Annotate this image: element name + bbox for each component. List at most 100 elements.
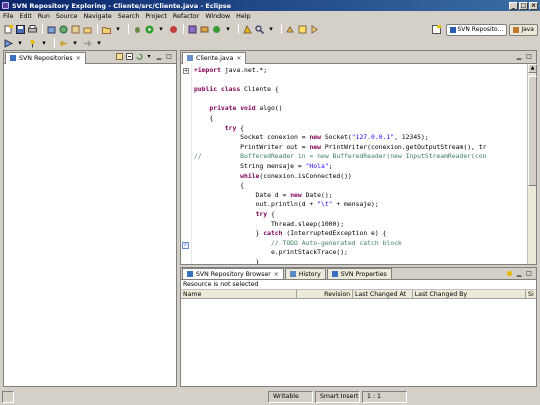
tab-svn-repositories[interactable]: SVN Repositories × xyxy=(5,51,86,64)
close-icon[interactable]: × xyxy=(236,55,241,62)
open-folder-icon[interactable] xyxy=(101,24,111,34)
tab-cliente-java[interactable]: Cliente.java × xyxy=(182,51,247,64)
share-project-icon[interactable] xyxy=(70,24,80,34)
debug-icon[interactable] xyxy=(132,24,142,34)
search-dropdown-icon[interactable]: ▾ xyxy=(266,24,276,34)
column-revision[interactable]: Revision xyxy=(297,290,354,298)
fold-marker-icon[interactable]: + xyxy=(183,68,189,74)
search-icon[interactable] xyxy=(254,24,264,34)
maximize-view-icon[interactable]: □ xyxy=(165,52,173,61)
toggle-highlight-icon[interactable] xyxy=(297,24,307,34)
tab-svn-properties[interactable]: SVN Properties xyxy=(326,268,392,279)
code-line[interactable]: String mensaje = "Hola"; xyxy=(194,162,526,172)
menu-project[interactable]: Project xyxy=(145,13,167,20)
code-text[interactable]: +import java.net.*; public class Cliente … xyxy=(194,66,526,264)
open-type-icon[interactable] xyxy=(242,24,252,34)
next-annotation-dropdown-icon[interactable]: ▾ xyxy=(15,38,25,48)
menu-run[interactable]: Run xyxy=(38,13,50,20)
maximize-view-icon[interactable]: □ xyxy=(525,269,533,278)
refresh-icon[interactable] xyxy=(135,52,143,61)
toggle-mark-occurrences-icon[interactable] xyxy=(285,24,295,34)
code-line[interactable] xyxy=(194,76,526,86)
code-line[interactable]: // BufferedReader in = new BufferedReade… xyxy=(194,152,526,162)
pin-icon[interactable] xyxy=(27,38,37,48)
code-line[interactable]: Socket conexion = new Socket("127.0.0.1"… xyxy=(194,133,526,143)
tab-history[interactable]: History xyxy=(284,268,326,279)
annotation-ruler[interactable]: + ✓ xyxy=(181,64,192,264)
code-line[interactable] xyxy=(194,95,526,105)
code-line[interactable]: try { xyxy=(194,210,526,220)
maximize-editor-icon[interactable]: □ xyxy=(525,52,533,61)
menu-refactor[interactable]: Refactor xyxy=(173,13,199,20)
code-line[interactable]: +import java.net.*; xyxy=(194,66,526,76)
code-line[interactable]: } catch (InterruptedException e) { xyxy=(194,229,526,239)
code-line[interactable]: while(conexion.isConnected()) xyxy=(194,172,526,182)
pin-dropdown-icon[interactable]: ▾ xyxy=(39,38,49,48)
new-class-dropdown-icon[interactable]: ▾ xyxy=(223,24,233,34)
code-line[interactable]: Thread.sleep(1000); xyxy=(194,220,526,230)
task-marker-icon[interactable]: ✓ xyxy=(182,242,189,249)
menu-source[interactable]: Source xyxy=(56,13,78,20)
code-line[interactable]: private void algo() xyxy=(194,104,526,114)
perspective-svn-repository[interactable]: SVN Reposito... xyxy=(445,23,508,36)
refresh-browser-icon[interactable] xyxy=(505,269,513,278)
minimize-editor-icon[interactable]: ▁ xyxy=(515,52,523,61)
svn-update-icon[interactable] xyxy=(58,24,68,34)
column-last-changed-by[interactable]: Last Changed By xyxy=(413,290,527,298)
print-icon[interactable] xyxy=(27,24,37,34)
checkout-icon[interactable] xyxy=(82,24,92,34)
menu-search[interactable]: Search xyxy=(118,13,140,20)
new-java-project-icon[interactable] xyxy=(187,24,197,34)
new-class-icon[interactable] xyxy=(211,24,221,34)
run-dropdown-icon[interactable]: ▾ xyxy=(156,24,166,34)
maximize-button[interactable]: □ xyxy=(519,1,528,10)
code-line[interactable]: { xyxy=(194,181,526,191)
code-line[interactable]: e.printStackTrace(); xyxy=(194,248,526,258)
menu-window[interactable]: Window xyxy=(205,13,230,20)
editor-vertical-scrollbar[interactable]: ▲ xyxy=(527,64,537,264)
menu-help[interactable]: Help xyxy=(236,13,250,20)
new-package-icon[interactable] xyxy=(199,24,209,34)
menu-file[interactable]: File xyxy=(3,13,14,20)
column-name[interactable]: Name xyxy=(181,290,298,298)
close-icon[interactable]: × xyxy=(76,55,81,62)
close-window-button[interactable]: × xyxy=(529,1,538,10)
forward-dropdown-icon[interactable]: ▾ xyxy=(94,38,104,48)
show-whitespace-icon[interactable] xyxy=(309,24,319,34)
code-line[interactable]: PrintWriter out = new PrintWriter(conexi… xyxy=(194,143,526,153)
column-last-changed-at[interactable]: Last Changed At xyxy=(353,290,413,298)
minimize-view-icon[interactable]: ▁ xyxy=(155,52,163,61)
minimize-button[interactable]: _ xyxy=(509,1,518,10)
run-icon[interactable] xyxy=(144,24,154,34)
code-line[interactable]: try { xyxy=(194,124,526,134)
view-menu-icon[interactable]: ▾ xyxy=(145,52,153,61)
column-size[interactable]: Si xyxy=(526,290,536,298)
collapse-all-icon[interactable] xyxy=(125,52,133,61)
code-line[interactable]: { xyxy=(194,114,526,124)
code-line[interactable]: out.println(d + "\t" + mensaje); xyxy=(194,200,526,210)
back-icon[interactable] xyxy=(58,38,68,48)
close-icon[interactable]: × xyxy=(274,271,279,278)
dropdown-arrow-icon[interactable]: ▾ xyxy=(113,24,123,34)
menu-navigate[interactable]: Navigate xyxy=(83,13,111,20)
forward-icon[interactable] xyxy=(82,38,92,48)
save-icon[interactable] xyxy=(15,24,25,34)
perspective-java[interactable]: Java xyxy=(509,23,538,36)
fast-view-icon[interactable] xyxy=(2,391,14,403)
external-tools-icon[interactable] xyxy=(168,24,178,34)
scroll-thumb[interactable] xyxy=(528,76,537,186)
new-icon[interactable] xyxy=(3,24,13,34)
menu-edit[interactable]: Edit xyxy=(20,13,32,20)
code-line[interactable]: } xyxy=(194,258,526,264)
next-annotation-icon[interactable] xyxy=(3,38,13,48)
code-line[interactable]: public class Cliente { xyxy=(194,85,526,95)
tab-svn-repository-browser[interactable]: SVN Repository Browser × xyxy=(182,268,284,279)
back-dropdown-icon[interactable]: ▾ xyxy=(70,38,80,48)
code-line[interactable]: // TODO Auto-generated catch block xyxy=(194,239,526,249)
open-perspective-icon[interactable] xyxy=(432,25,442,35)
code-line[interactable]: Date d = new Date(); xyxy=(194,191,526,201)
editor-body[interactable]: + ✓ +import java.net.*; public class Clie… xyxy=(181,64,537,264)
new-repository-icon[interactable] xyxy=(115,52,123,61)
svn-commit-icon[interactable] xyxy=(46,24,56,34)
minimize-view-icon[interactable]: ▁ xyxy=(515,269,523,278)
